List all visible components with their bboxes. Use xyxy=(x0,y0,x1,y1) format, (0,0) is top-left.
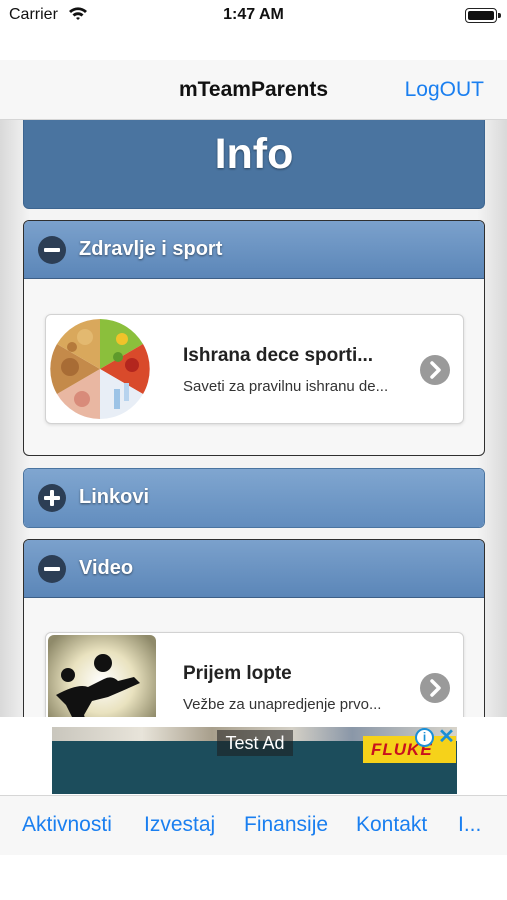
plus-circle-icon xyxy=(38,484,66,512)
list-item-prijem-lopte[interactable]: Prijem lopte Vežbe za unapredjenje prvo.… xyxy=(45,632,464,717)
close-icon[interactable]: ✕ xyxy=(437,727,456,748)
section-video: Video Prijem lopte Vežbe za unapredjenje… xyxy=(23,539,485,717)
bottom-tab-bar: Aktivnosti Izvestaj Finansije Kontakt I.… xyxy=(0,795,507,855)
list-item-title: Ishrana dece sporti... xyxy=(183,345,374,366)
food-wheel-image xyxy=(48,317,156,421)
battery-icon xyxy=(465,8,501,23)
section-header-linkovi[interactable]: Linkovi xyxy=(24,469,484,527)
status-time: 1:47 AM xyxy=(223,6,284,23)
soccer-player-silhouette-image xyxy=(48,635,156,717)
ad-banner[interactable]: Test Ad FLUKE i ✕ xyxy=(52,727,457,794)
section-label: Video xyxy=(79,557,134,579)
navigation-bar: mTeamParents LogOUT xyxy=(0,60,507,120)
chevron-right-icon[interactable] xyxy=(420,673,450,703)
list-item-subtitle: Vežbe za unapredjenje prvo... xyxy=(183,696,382,713)
section-label: Zdravlje i sport xyxy=(79,238,223,260)
tab-aktivnosti[interactable]: Aktivnosti xyxy=(22,813,112,837)
ad-area: Test Ad FLUKE i ✕ xyxy=(0,717,507,795)
page-title: Info xyxy=(214,130,294,178)
section-header-video[interactable]: Video xyxy=(24,540,484,598)
list-item-title: Prijem lopte xyxy=(183,663,292,684)
ad-label: Test Ad xyxy=(217,730,293,756)
logout-button[interactable]: LogOUT xyxy=(405,78,484,102)
minus-circle-icon xyxy=(38,555,66,583)
page-header: Info xyxy=(23,120,485,209)
bottom-safe-area xyxy=(0,855,507,900)
minus-circle-icon xyxy=(38,236,66,264)
tab-kontakt[interactable]: Kontakt xyxy=(356,813,427,837)
status-bar: Carrier 1:47 AM xyxy=(0,0,507,30)
section-header-zdravlje-i-sport[interactable]: Zdravlje i sport xyxy=(24,221,484,279)
list-item-subtitle: Saveti za pravilnu ishranu de... xyxy=(183,378,389,395)
tab-finansije[interactable]: Finansije xyxy=(244,813,328,837)
web-content[interactable]: Info Zdravlje i sport Ishrana dece sport… xyxy=(0,120,507,717)
section-label: Linkovi xyxy=(79,486,150,508)
chevron-right-icon[interactable] xyxy=(420,355,450,385)
tab-more[interactable]: I... xyxy=(458,813,481,837)
tab-izvestaj[interactable]: Izvestaj xyxy=(144,813,215,837)
info-icon[interactable]: i xyxy=(415,728,434,747)
section-zdravlje-i-sport: Zdravlje i sport Ishrana dece sporti... … xyxy=(23,220,485,456)
section-linkovi: Linkovi xyxy=(23,468,485,528)
list-item-ishrana[interactable]: Ishrana dece sporti... Saveti za praviln… xyxy=(45,314,464,424)
